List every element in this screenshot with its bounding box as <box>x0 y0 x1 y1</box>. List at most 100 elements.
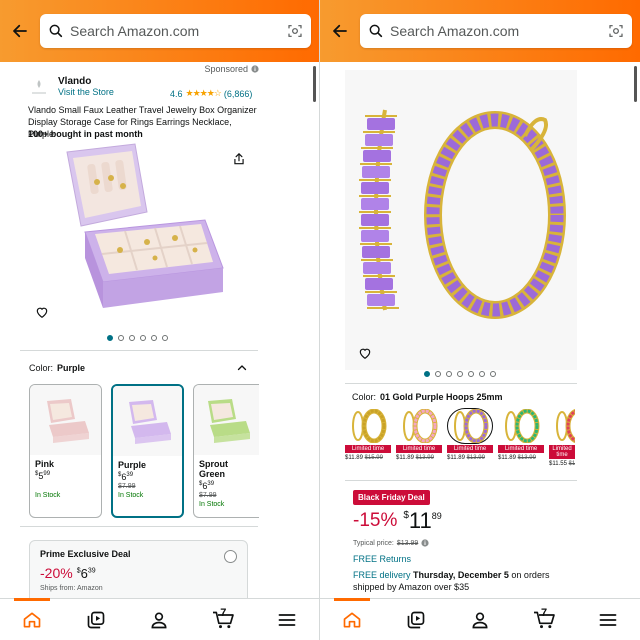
home-icon[interactable] <box>334 605 370 635</box>
typical-label: Typical price: <box>353 539 394 547</box>
visit-store-link[interactable]: Visit the Store <box>58 87 114 97</box>
swatch-price: $639 <box>194 479 259 491</box>
swatch-price: $639 <box>113 470 182 482</box>
wishlist-heart-icon[interactable] <box>35 305 49 319</box>
camera-scan-icon[interactable] <box>608 23 624 39</box>
rating-value: 4.6 <box>170 88 183 99</box>
chevron-up-icon[interactable] <box>236 362 248 374</box>
back-arrow-icon[interactable] <box>8 19 32 43</box>
limited-time-badge: Limited time <box>447 445 493 453</box>
carousel-dot[interactable] <box>129 335 135 341</box>
swatch-image <box>194 385 259 455</box>
search-placeholder: Search Amazon.com <box>70 23 200 39</box>
ships-from: Ships from: Amazon <box>40 585 103 592</box>
free-delivery-link[interactable]: FREE delivery <box>353 570 411 580</box>
product-image[interactable] <box>55 142 235 322</box>
carousel-dot[interactable] <box>162 335 168 341</box>
hoop-swatch[interactable]: Limited time $11.55 $1 <box>549 408 575 467</box>
brand-name: Vlando <box>58 76 92 87</box>
left-screen: Search Amazon.com Sponsored Vlando Visit… <box>0 0 320 640</box>
bottom-nav: 7 <box>320 598 640 640</box>
carousel-dot[interactable] <box>446 371 452 377</box>
delivery-date: Thursday, December 5 <box>413 570 509 580</box>
hoop-price: $11.89 $15.99 <box>345 455 391 461</box>
color-selector-label: Color: 01 Gold Purple Hoops 25mm <box>352 392 503 402</box>
price-row: -15% $ 11 89 <box>353 510 442 532</box>
wishlist-heart-icon[interactable] <box>358 346 372 360</box>
share-icon[interactable] <box>232 152 246 166</box>
color-label: Color: <box>29 363 54 373</box>
account-icon[interactable] <box>141 605 177 635</box>
prime-deal-option[interactable]: Prime Exclusive Deal -20% $639 Ships fro… <box>29 540 248 598</box>
rating[interactable]: 4.6 ★★★★☆ (6,866) <box>170 88 252 99</box>
hoop-swatch[interactable]: Limited time $11.89 $13.99 <box>498 408 544 467</box>
color-swatch[interactable]: Purple $639 $7.99 In Stock <box>111 384 184 518</box>
price-fraction: 39 <box>207 481 215 487</box>
search-input[interactable]: Search Amazon.com <box>40 14 311 48</box>
image-carousel-dots[interactable] <box>107 335 168 341</box>
deal-amount: $639 <box>77 566 96 581</box>
cart-icon[interactable]: 7 <box>205 605 241 635</box>
carousel-dot[interactable] <box>140 335 146 341</box>
color-selector-label: Color: Purple <box>29 363 85 373</box>
swatch-name: Pink <box>35 459 55 469</box>
search-input[interactable]: Search Amazon.com <box>360 14 632 48</box>
library-icon[interactable] <box>398 605 434 635</box>
carousel-dot[interactable] <box>468 371 474 377</box>
carousel-dot[interactable] <box>107 335 113 341</box>
hoop-swatch[interactable]: Limited time $11.89 $13.99 <box>396 408 442 467</box>
hoop-swatch[interactable]: Limited time $11.89 $15.99 <box>345 408 391 467</box>
home-icon[interactable] <box>14 605 50 635</box>
typical-value: $13.99 <box>396 539 419 547</box>
carousel-dot[interactable] <box>457 371 463 377</box>
back-arrow-icon[interactable] <box>328 19 352 43</box>
hoop-swatch[interactable]: Limited time $11.89 $13.99 <box>447 408 493 467</box>
camera-scan-icon[interactable] <box>287 23 303 39</box>
carousel-dot[interactable] <box>151 335 157 341</box>
hoop-price: $11.55 $1 <box>549 461 575 467</box>
info-icon[interactable] <box>421 539 429 547</box>
search-placeholder: Search Amazon.com <box>390 23 520 39</box>
right-screen: Search Amazon.com Color: 01 Gold Purple … <box>320 0 640 640</box>
product-image[interactable] <box>345 70 577 370</box>
divider <box>345 480 577 481</box>
swatch-list-price: $7.99 <box>199 492 217 499</box>
radio-button[interactable] <box>224 550 237 563</box>
swatch-image <box>498 408 544 444</box>
account-icon[interactable] <box>462 605 498 635</box>
scrollbar[interactable] <box>313 66 316 102</box>
swatch-image <box>30 385 101 455</box>
color-value: 01 Gold Purple Hoops 25mm <box>380 392 503 402</box>
scrollbar[interactable] <box>634 66 637 102</box>
carousel-dot[interactable] <box>490 371 496 377</box>
carousel-dot[interactable] <box>118 335 124 341</box>
limited-time-badge: Limited time <box>396 445 442 453</box>
sale-price: $11.89 <box>498 455 516 461</box>
color-swatch[interactable]: Sprout Green $639 $7.99 In Stock <box>193 384 259 518</box>
swatch-name: Purple <box>118 460 147 470</box>
carousel-dot[interactable] <box>435 371 441 377</box>
cart-count: 7 <box>541 606 548 619</box>
deal-percent: -20% <box>40 565 73 581</box>
swatch-price: $599 <box>30 469 101 481</box>
brand-row: Vlando Visit the Store <box>28 76 114 98</box>
menu-icon[interactable] <box>590 605 626 635</box>
cart-icon[interactable]: 7 <box>526 605 562 635</box>
active-tab-indicator <box>14 598 50 601</box>
image-carousel-dots[interactable] <box>424 371 496 377</box>
hoop-price: $11.89 $13.99 <box>396 455 442 461</box>
deal-title: Prime Exclusive Deal <box>40 549 131 559</box>
library-icon[interactable] <box>78 605 114 635</box>
swatch-stock: In Stock <box>199 501 225 508</box>
color-swatches: Limited time $11.89 $15.99 Limited time $11… <box>345 408 575 467</box>
menu-icon[interactable] <box>269 605 305 635</box>
black-friday-badge: Black Friday Deal <box>353 490 430 505</box>
deal-price: -20% $639 <box>40 565 237 581</box>
swatch-image <box>447 408 493 444</box>
info-icon[interactable] <box>251 65 259 73</box>
carousel-dot[interactable] <box>424 371 430 377</box>
carousel-dot[interactable] <box>479 371 485 377</box>
free-returns-link[interactable]: FREE Returns <box>353 554 411 564</box>
color-swatch[interactable]: Pink $599 In Stock <box>29 384 102 518</box>
cart-count: 7 <box>220 606 227 619</box>
